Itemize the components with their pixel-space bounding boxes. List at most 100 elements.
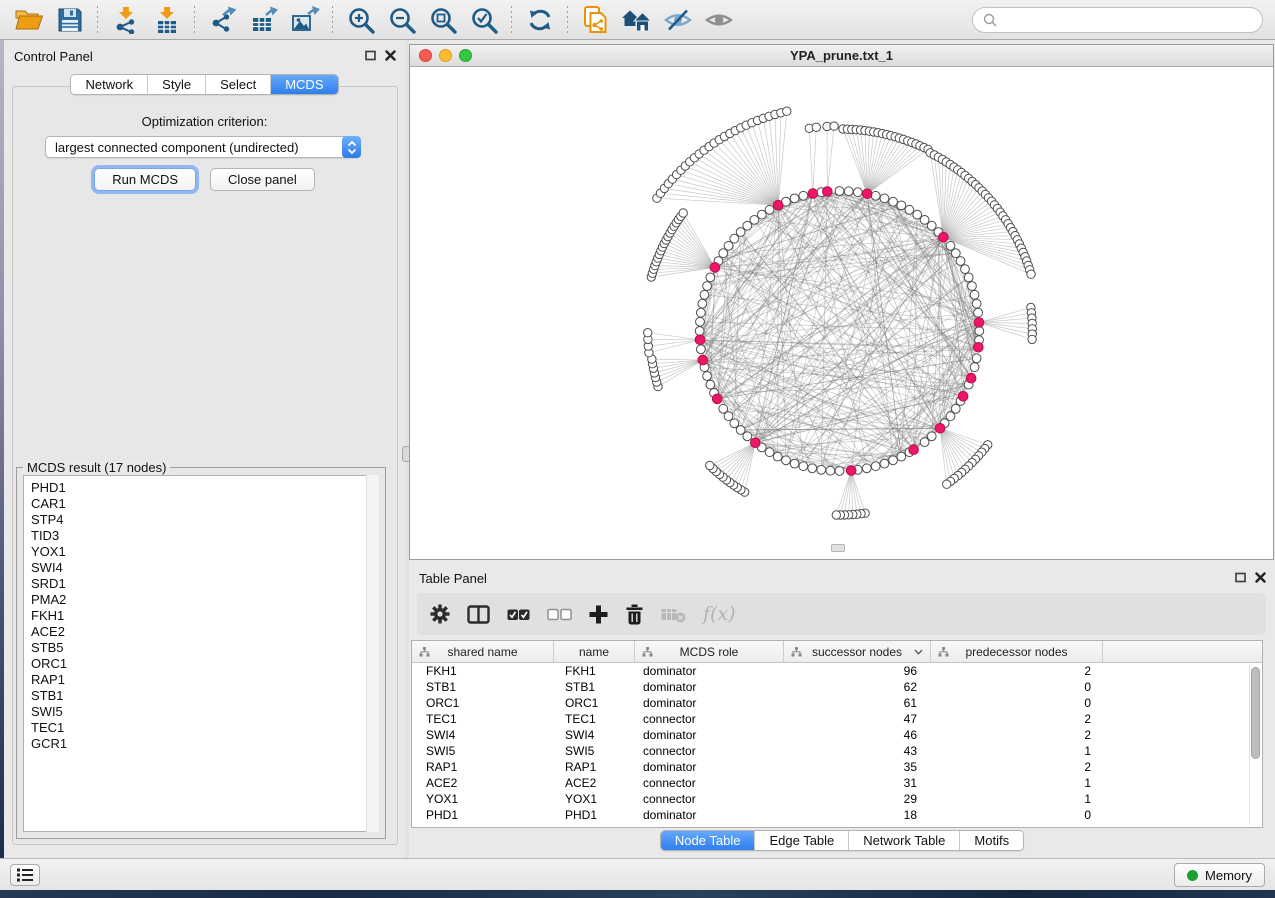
column-header-shared-name[interactable]: shared name [412, 641, 554, 662]
table-cell: 96 [784, 664, 931, 678]
tab-mcds[interactable]: MCDS [271, 75, 337, 94]
mcds-result-item[interactable]: STP4 [24, 512, 378, 528]
refresh-view-button[interactable] [521, 4, 558, 36]
tab-node-table[interactable]: Node Table [661, 831, 756, 850]
deselect-all-button[interactable] [547, 608, 572, 621]
column-settings-button[interactable] [430, 604, 450, 624]
tab-select[interactable]: Select [206, 75, 271, 94]
mcds-result-list[interactable]: PHD1CAR1STP4TID3YOX1SWI4SRD1PMA2FKH1ACE2… [23, 475, 379, 832]
table-scrollbar[interactable] [1249, 665, 1261, 825]
toolbar-separator [567, 6, 568, 34]
mcds-result-item[interactable]: TID3 [24, 528, 378, 544]
column-header-successor-nodes[interactable]: successor nodes [784, 641, 931, 662]
export-network-icon [209, 6, 237, 34]
table-cell: 0 [931, 696, 1103, 710]
table-row[interactable]: YOX1YOX1connector291 [412, 791, 1262, 807]
network-canvas[interactable] [410, 67, 1273, 559]
table-cell: PHD1 [412, 808, 554, 822]
add-column-button[interactable] [589, 605, 608, 624]
column-header-mcds-role[interactable]: MCDS role [635, 641, 784, 662]
tab-edge-table[interactable]: Edge Table [755, 831, 849, 850]
import-network-button[interactable] [107, 4, 144, 36]
table-row[interactable]: FKH1FKH1dominator962 [412, 663, 1262, 679]
table-body: FKH1FKH1dominator962STB1STB1dominator620… [412, 663, 1262, 827]
mcds-result-item[interactable]: ORC1 [24, 656, 378, 672]
zoom-out-button[interactable] [383, 4, 420, 36]
table-row[interactable]: PHD1PHD1dominator180 [412, 807, 1262, 823]
table-cell: YOX1 [554, 792, 635, 806]
mcds-result-item[interactable]: PMA2 [24, 592, 378, 608]
mcds-result-item[interactable]: ACE2 [24, 624, 378, 640]
sort-indicator-icon [914, 649, 923, 655]
show-all-button[interactable] [700, 4, 737, 36]
table-cell: 29 [784, 792, 931, 806]
mcds-result-item[interactable]: FKH1 [24, 608, 378, 624]
network-title: YPA_prune.txt_1 [790, 48, 893, 63]
table-row[interactable]: SWI5SWI5connector431 [412, 743, 1262, 759]
export-table-button[interactable] [245, 4, 282, 36]
close-window-button[interactable] [419, 49, 432, 62]
table-row[interactable]: SWI4SWI4dominator462 [412, 727, 1262, 743]
table-panel-title: Table Panel [419, 571, 487, 586]
hide-selected-button[interactable] [659, 4, 696, 36]
float-panel-button[interactable] [365, 50, 376, 61]
close-panel-button[interactable] [385, 50, 396, 61]
search-box[interactable] [972, 7, 1263, 33]
search-input[interactable] [1003, 11, 1252, 28]
task-history-button[interactable] [10, 864, 40, 886]
mcds-result-item[interactable]: SWI5 [24, 704, 378, 720]
tab-network-table[interactable]: Network Table [849, 831, 960, 850]
mcds-result-item[interactable]: RAP1 [24, 672, 378, 688]
table-cell: STB1 [554, 680, 635, 694]
table-row[interactable]: TEC1TEC1connector472 [412, 711, 1262, 727]
float-table-panel-button[interactable] [1235, 572, 1246, 583]
run-mcds-button[interactable]: Run MCDS [94, 168, 196, 191]
table-row[interactable]: ORC1ORC1dominator610 [412, 695, 1262, 711]
zoom-fit-button[interactable] [424, 4, 461, 36]
horizontal-splitter-grip[interactable] [831, 544, 845, 552]
export-image-button[interactable] [286, 4, 323, 36]
tab-network[interactable]: Network [71, 75, 148, 94]
mcds-result-item[interactable]: STB1 [24, 688, 378, 704]
table-cell: 43 [784, 744, 931, 758]
mcds-result-item[interactable]: TEC1 [24, 720, 378, 736]
export-network-button[interactable] [204, 4, 241, 36]
mcds-result-item[interactable]: CAR1 [24, 496, 378, 512]
memory-button[interactable]: Memory [1174, 863, 1265, 887]
mcds-result-item[interactable]: SRD1 [24, 576, 378, 592]
duplicate-network-button[interactable] [577, 4, 614, 36]
mcds-result-item[interactable]: STB5 [24, 640, 378, 656]
mcds-result-item[interactable]: PHD1 [24, 480, 378, 496]
close-table-panel-button[interactable] [1255, 572, 1266, 583]
delete-column-button[interactable] [625, 604, 644, 625]
zoom-selected-button[interactable] [465, 4, 502, 36]
column-header-name[interactable]: name [554, 641, 635, 662]
select-all-button[interactable] [507, 608, 530, 621]
tab-motifs[interactable]: Motifs [960, 831, 1023, 850]
memory-status-icon [1187, 870, 1198, 881]
maximize-window-button[interactable] [459, 49, 472, 62]
column-namespace-icon [791, 647, 802, 657]
mcds-result-item[interactable]: GCR1 [24, 736, 378, 752]
table-row[interactable]: STB1STB1dominator620 [412, 679, 1262, 695]
import-table-button[interactable] [148, 4, 185, 36]
mcds-result-item[interactable]: YOX1 [24, 544, 378, 560]
column-header-predecessor-nodes[interactable]: predecessor nodes [931, 641, 1103, 662]
split-view-button[interactable] [467, 605, 490, 624]
apply-function-button: f(x) [703, 603, 736, 625]
save-session-button[interactable] [51, 4, 88, 36]
close-panel-action-button[interactable]: Close panel [210, 168, 315, 191]
table-row[interactable]: RAP1RAP1dominator352 [412, 759, 1262, 775]
tab-style[interactable]: Style [148, 75, 206, 94]
open-file-button[interactable] [10, 4, 47, 36]
table-scrollbar-thumb[interactable] [1251, 667, 1260, 759]
table-row[interactable]: ACE2ACE2connector311 [412, 775, 1262, 791]
first-neighbors-button[interactable] [618, 4, 655, 36]
optimization-criterion-select[interactable]: largest connected component (undirected) [45, 136, 361, 158]
mcds-result-item[interactable]: SWI4 [24, 560, 378, 576]
result-list-scrollbar[interactable] [366, 475, 379, 832]
zoom-in-button[interactable] [342, 4, 379, 36]
network-window-titlebar[interactable]: YPA_prune.txt_1 [410, 45, 1273, 67]
minimize-window-button[interactable] [439, 49, 452, 62]
delete-table-icon [661, 606, 686, 623]
